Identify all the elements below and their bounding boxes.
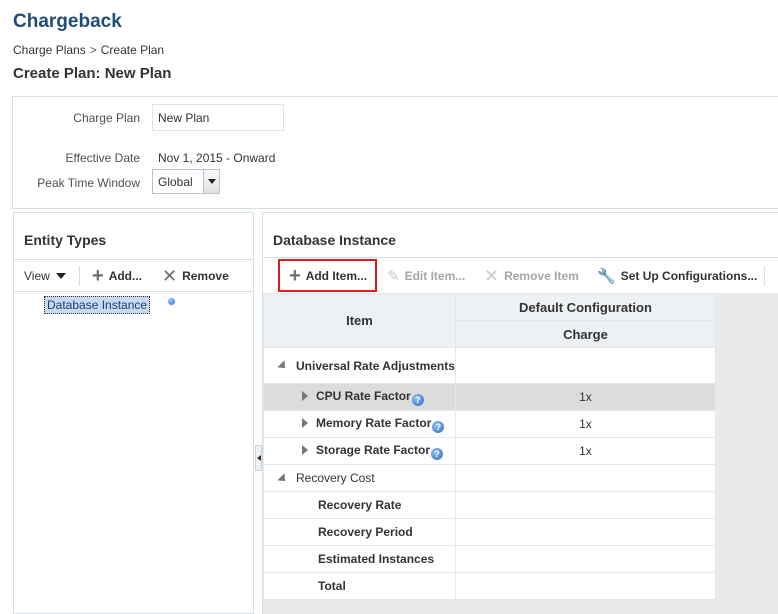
expanded-triangle-icon[interactable]: [277, 360, 289, 372]
add-item-button[interactable]: + Add Item...: [289, 260, 367, 291]
collapse-panel-handle[interactable]: [255, 445, 262, 471]
breadcrumb: Charge Plans > Create Plan: [13, 43, 164, 57]
pencil-icon: ✎: [387, 267, 400, 285]
column-header-item[interactable]: Item: [263, 293, 456, 348]
table-row[interactable]: Storage Rate Factor? 1x: [263, 437, 717, 465]
table-row[interactable]: Recovery Cost: [263, 464, 717, 492]
table-row[interactable]: CPU Rate Factor? 1x: [263, 383, 717, 411]
view-label: View: [24, 268, 50, 283]
plan-form: Charge Plan Effective Date Nov 1, 2015 -…: [12, 96, 778, 209]
setup-configurations-label: Set Up Configurations...: [620, 268, 758, 283]
row-charge: [454, 518, 717, 546]
help-icon[interactable]: ?: [431, 447, 444, 460]
charge-plan-row: Charge Plan: [13, 104, 773, 132]
peak-time-value: Global: [158, 174, 193, 189]
collapsed-triangle-icon[interactable]: [302, 391, 308, 402]
table-row[interactable]: Recovery Rate: [263, 491, 717, 519]
app-title: Chargeback: [13, 11, 122, 32]
tree-item-database-instance[interactable]: Database Instance: [44, 296, 151, 314]
collapsed-triangle-icon[interactable]: [302, 418, 308, 429]
row-charge: [454, 491, 717, 519]
breadcrumb-current: Create Plan: [100, 43, 165, 57]
row-label: Memory Rate Factor?: [263, 410, 456, 438]
row-label: Estimated Instances: [263, 545, 456, 573]
row-charge: [454, 572, 717, 600]
database-instance-panel: Database Instance + Add Item... ✎ Edit I…: [262, 212, 778, 614]
table-row[interactable]: Universal Rate Adjustments: [263, 347, 717, 384]
effective-date-row: Effective Date Nov 1, 2015 - Onward: [13, 144, 773, 172]
charge-plan-input[interactable]: [152, 104, 284, 131]
edit-item-button[interactable]: ✎ Edit Item...: [387, 260, 465, 291]
peak-time-label: Peak Time Window: [37, 176, 140, 190]
setup-configurations-button[interactable]: 🔧 Set Up Configurations...: [597, 260, 757, 291]
expanded-triangle-icon[interactable]: [277, 473, 289, 485]
collapsed-triangle-icon[interactable]: [302, 445, 308, 456]
plus-icon: +: [289, 264, 301, 287]
database-instance-title: Database Instance: [273, 232, 396, 248]
entity-types-panel: Entity Types View + Add... ✕ Remove Data…: [13, 212, 254, 614]
row-label: Recovery Period: [263, 518, 456, 546]
chevron-down-icon[interactable]: [203, 170, 219, 193]
add-entity-button[interactable]: + Add...: [92, 260, 142, 291]
table-row[interactable]: Estimated Instances: [263, 545, 717, 573]
entity-types-title: Entity Types: [24, 232, 107, 248]
page-title: Create Plan: New Plan: [13, 65, 172, 82]
row-label: Total: [263, 572, 456, 600]
row-charge: 1x: [454, 410, 717, 438]
rate-grid-area: Item Default Configuration Charge Univer…: [263, 293, 778, 614]
close-icon: ✕: [484, 265, 500, 286]
column-header-charge[interactable]: Charge: [454, 320, 717, 348]
peak-time-select[interactable]: Global: [152, 169, 220, 194]
view-menu-button[interactable]: View: [24, 260, 66, 291]
row-charge: [454, 545, 717, 573]
plus-icon: +: [92, 264, 104, 287]
charge-plan-label: Charge Plan: [73, 111, 140, 125]
add-entity-label: Add...: [108, 268, 143, 283]
table-row[interactable]: Total: [263, 572, 717, 600]
row-label: Storage Rate Factor?: [263, 437, 456, 465]
row-charge: [454, 347, 717, 384]
info-icon: [168, 298, 175, 305]
effective-date-label: Effective Date: [65, 151, 140, 165]
collapse-left-icon: [256, 455, 261, 461]
effective-date-value: Nov 1, 2015 - Onward: [158, 151, 276, 165]
row-label: CPU Rate Factor?: [263, 383, 456, 411]
toolbar-divider: [764, 266, 765, 286]
help-icon[interactable]: ?: [411, 393, 424, 406]
remove-item-label: Remove Item: [504, 268, 579, 283]
breadcrumb-separator: >: [89, 43, 97, 57]
row-charge: [454, 464, 717, 492]
row-charge: 1x: [454, 383, 717, 411]
row-charge: 1x: [454, 437, 717, 465]
add-item-label: Add Item...: [305, 268, 368, 283]
peak-time-row: Peak Time Window Global: [13, 169, 773, 197]
row-label: Recovery Cost: [263, 464, 456, 492]
breadcrumb-link-charge-plans[interactable]: Charge Plans: [13, 43, 86, 57]
toolbar-divider: [79, 266, 80, 286]
rate-grid: Item Default Configuration Charge Univer…: [263, 293, 717, 600]
row-label: Universal Rate Adjustments: [263, 347, 456, 384]
table-row[interactable]: Memory Rate Factor? 1x: [263, 410, 717, 438]
row-label: Recovery Rate: [263, 491, 456, 519]
edit-item-label: Edit Item...: [404, 268, 466, 283]
remove-item-button[interactable]: ✕ Remove Item: [484, 260, 579, 291]
column-header-default-configuration: Default Configuration: [454, 293, 717, 321]
caret-down-icon: [55, 272, 66, 279]
wrench-icon: 🔧: [597, 267, 616, 285]
database-instance-toolbar: + Add Item... ✎ Edit Item... ✕ Remove It…: [263, 257, 778, 293]
panel-splitter[interactable]: [254, 212, 262, 614]
remove-entity-label: Remove: [182, 268, 229, 283]
table-row[interactable]: Recovery Period: [263, 518, 717, 546]
help-icon[interactable]: ?: [432, 420, 445, 433]
remove-entity-button[interactable]: ✕ Remove: [162, 260, 229, 291]
close-icon: ✕: [162, 265, 178, 286]
entity-types-toolbar: View + Add... ✕ Remove: [14, 259, 253, 292]
